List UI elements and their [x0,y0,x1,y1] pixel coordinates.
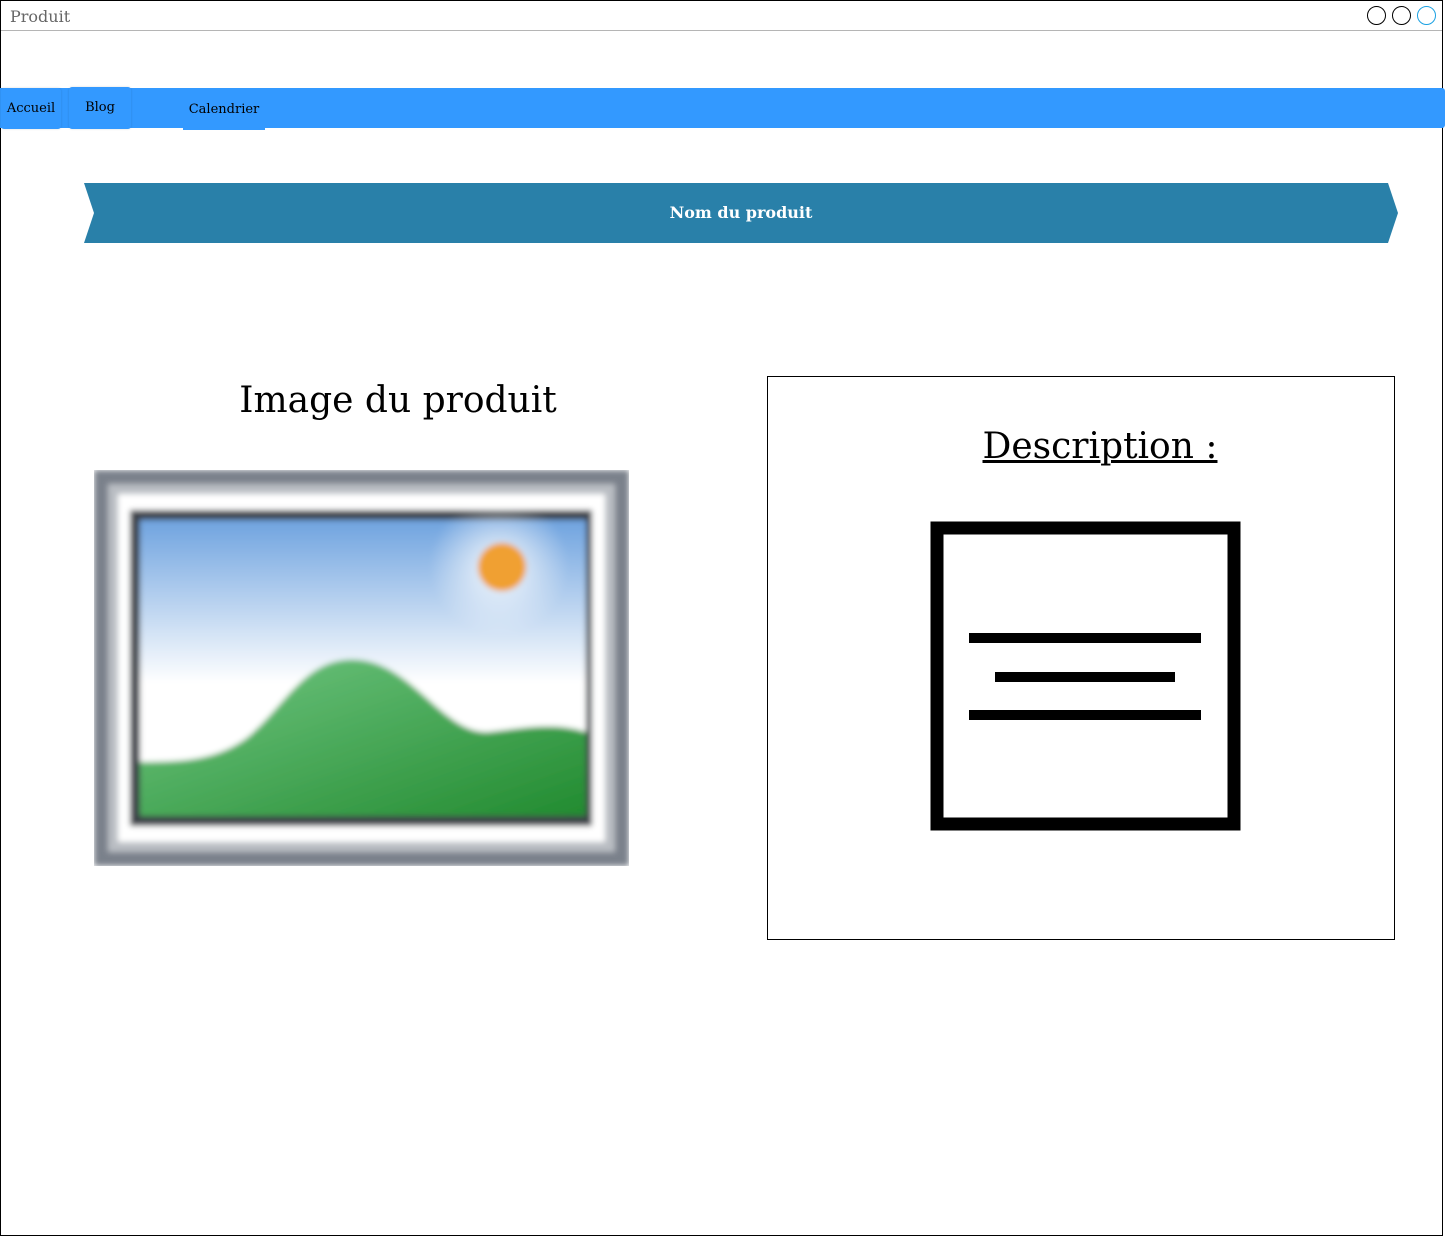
title-bar: Produit [1,1,1442,31]
product-name: Nom du produit [669,203,813,222]
nav-bar: Accueil Blog Calendrier [0,87,1445,130]
close-button[interactable] [1417,6,1436,25]
nav-item-blog[interactable]: Blog [69,87,131,129]
image-section-label: Image du produit [239,380,557,421]
window-title: Produit [10,7,71,26]
image-placeholder-icon [94,470,629,866]
maximize-button[interactable] [1392,6,1411,25]
product-name-banner: Nom du produit [84,183,1398,243]
text-document-icon [928,520,1242,834]
nav-item-calendrier[interactable]: Calendrier [183,89,265,130]
description-title: Description : [982,426,1218,467]
nav-item-accueil[interactable]: Accueil [1,88,61,129]
minimize-button[interactable] [1367,6,1386,25]
